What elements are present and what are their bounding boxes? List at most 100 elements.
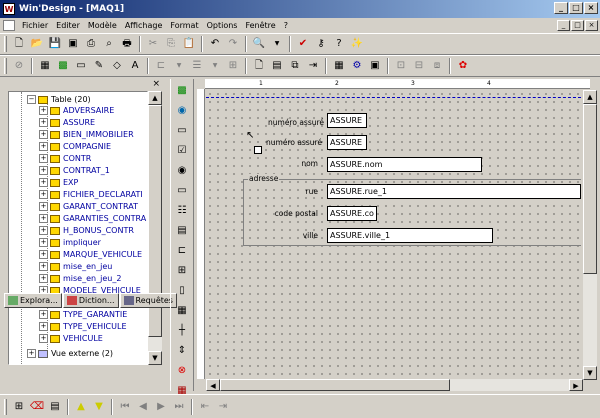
tree-table-item[interactable]: + MARQUE_VEHICULE <box>39 249 142 260</box>
tree-table-item[interactable]: + mise_en_jeu_2 <box>39 273 121 284</box>
distribute-icon[interactable]: ☰ <box>189 58 205 74</box>
expand-icon[interactable]: + <box>39 226 48 235</box>
layout-icon[interactable]: ▤ <box>47 399 63 415</box>
key-icon[interactable]: ⚷ <box>313 36 329 52</box>
move-up-icon[interactable]: ▲ <box>73 399 89 415</box>
size-icon[interactable]: ⊞ <box>225 58 241 74</box>
image-icon[interactable]: ▩ <box>55 58 71 74</box>
expand-icon[interactable]: + <box>27 349 36 358</box>
editor-horizontal-scrollbar[interactable]: ◀ ▶ <box>206 379 583 391</box>
next-record-icon[interactable]: ▶ <box>153 399 169 415</box>
first-record-icon[interactable]: ⏮ <box>117 399 133 415</box>
editor-vscroll-thumb[interactable] <box>583 104 597 274</box>
scroll-up-icon[interactable]: ▲ <box>148 91 162 105</box>
zoom-icon[interactable]: 🔍 <box>251 36 267 52</box>
tree-table-item[interactable]: + ADVERSAIRE <box>39 105 114 116</box>
mdi-restore-button[interactable]: □ <box>571 20 584 31</box>
palette-table-icon[interactable]: ⊞ <box>173 261 191 279</box>
no-entry-icon[interactable]: ⊘ <box>11 58 27 74</box>
editor-scroll-up-icon[interactable]: ▲ <box>583 90 597 104</box>
check-model-icon[interactable]: ✔ <box>295 36 311 52</box>
tree-table-item[interactable]: + EXP <box>39 177 78 188</box>
paste-icon[interactable]: 📋 <box>181 36 197 52</box>
expand-icon[interactable]: + <box>39 310 48 319</box>
expand-icon[interactable]: + <box>39 190 48 199</box>
editor-vertical-scrollbar[interactable]: ▲ ▼ <box>583 90 597 380</box>
expand-icon[interactable]: + <box>39 214 48 223</box>
field-input-ville[interactable]: ASSURE.ville_1 <box>327 228 493 243</box>
tree-table-item[interactable]: + TYPE_GARANTIE <box>39 309 127 320</box>
fill-color-icon[interactable]: ▦ <box>37 58 53 74</box>
expand-icon[interactable]: + <box>39 250 48 259</box>
front-icon[interactable]: ⧈ <box>429 58 445 74</box>
expand-icon[interactable]: + <box>39 274 48 283</box>
palette-checkbox-icon[interactable]: ☑ <box>173 141 191 159</box>
tree-table-item[interactable]: + COMPAGNIE <box>39 141 111 152</box>
expand-icon[interactable]: + <box>39 334 48 343</box>
form-canvas[interactable]: numéro assuré ASSURE numéro assuré ASSUR… <box>206 90 581 379</box>
group-icon[interactable]: ⊡ <box>393 58 409 74</box>
editor-hscroll-thumb[interactable] <box>220 379 450 391</box>
font-color-icon[interactable]: A <box>127 58 143 74</box>
redo-icon[interactable]: ↷ <box>225 36 241 52</box>
palette-radio-icon[interactable]: ◉ <box>173 161 191 179</box>
expand-icon[interactable]: + <box>39 166 48 175</box>
scroll-down-icon[interactable]: ▼ <box>148 351 162 365</box>
editor-scroll-left-icon[interactable]: ◀ <box>206 379 220 391</box>
copy-page-icon[interactable]: ⧉ <box>287 58 303 74</box>
tree-view-icon[interactable]: ⊞ <box>11 399 27 415</box>
menu-format[interactable]: Format <box>166 21 202 30</box>
close-button[interactable]: × <box>584 2 598 14</box>
open-folder-icon[interactable]: 📂 <box>29 36 45 52</box>
tree-table-item[interactable]: + TYPE_VEHICULE <box>39 321 127 332</box>
tree-table-item[interactable]: + GARANTIES_CONTRA <box>39 213 146 224</box>
line-color-icon[interactable]: ▭ <box>73 58 89 74</box>
field-input-cp[interactable]: ASSURE.co <box>327 206 377 221</box>
ungroup-icon[interactable]: ⊟ <box>411 58 427 74</box>
tree-table-item[interactable]: + FICHIER_DECLARATI <box>39 189 143 200</box>
pen-icon[interactable]: ✎ <box>91 58 107 74</box>
tree-table-item[interactable]: + GARANT_CONTRAT <box>39 201 138 212</box>
tree-table-item[interactable]: + CONTRAT_1 <box>39 165 110 176</box>
generate-icon[interactable]: ✿ <box>455 58 471 74</box>
palette-combobox-icon[interactable]: ▤ <box>173 221 191 239</box>
minimize-button[interactable]: _ <box>554 2 568 14</box>
collapse-icon[interactable]: − <box>27 95 36 104</box>
palette-listbox-icon[interactable]: ☷ <box>173 201 191 219</box>
expand-icon[interactable]: + <box>39 106 48 115</box>
windesign-app-icon[interactable]: W <box>3 3 15 15</box>
tree-table-item[interactable]: + H_BONUS_CONTR <box>39 225 134 236</box>
tab-requetes[interactable]: Requêtes <box>119 293 177 308</box>
expand-icon[interactable]: + <box>39 130 48 139</box>
undo-icon[interactable]: ↶ <box>207 36 223 52</box>
palette-spin-icon[interactable]: ⇕ <box>173 341 191 359</box>
page-last-icon[interactable]: ⇥ <box>215 399 231 415</box>
expand-icon[interactable]: + <box>39 118 48 127</box>
palette-button-icon[interactable]: ▭ <box>173 121 191 139</box>
prev-record-icon[interactable]: ◀ <box>135 399 151 415</box>
palette-label-icon[interactable]: ⊏ <box>173 241 191 259</box>
tab-explorateur[interactable]: Explora... <box>4 293 62 308</box>
tree-table-item[interactable]: + impliquer <box>39 237 101 248</box>
menu-modele[interactable]: Modèle <box>84 21 121 30</box>
expand-icon[interactable]: + <box>39 154 48 163</box>
zoom-dropdown-icon[interactable]: ▼ <box>269 36 285 52</box>
palette-line-icon[interactable]: ┼ <box>173 321 191 339</box>
menu-fichier[interactable]: Fichier <box>18 21 52 30</box>
expand-icon[interactable]: + <box>39 202 48 211</box>
editor-scroll-down-icon[interactable]: ▼ <box>583 366 597 380</box>
expand-icon[interactable]: + <box>39 238 48 247</box>
palette-textbox-icon[interactable]: ▭ <box>173 181 191 199</box>
mdi-close-button[interactable]: × <box>585 20 598 31</box>
copy-icon[interactable]: ⎘ <box>163 36 179 52</box>
last-record-icon[interactable]: ⏭ <box>171 399 187 415</box>
palette-form-icon[interactable]: ▩ <box>173 81 191 99</box>
palette-frame-icon[interactable]: ▯ <box>173 281 191 299</box>
save-all-icon[interactable]: ▣ <box>65 36 81 52</box>
tree-root-tables[interactable]: − Table (20) <box>27 94 91 105</box>
tree-table-item[interactable]: + CONTR <box>39 153 91 164</box>
field-input-num2[interactable]: ASSURE <box>327 135 367 150</box>
shapes-icon[interactable]: ◇ <box>109 58 125 74</box>
tree-table-item[interactable]: + ASSURE <box>39 117 95 128</box>
save-icon[interactable]: 💾 <box>47 36 63 52</box>
